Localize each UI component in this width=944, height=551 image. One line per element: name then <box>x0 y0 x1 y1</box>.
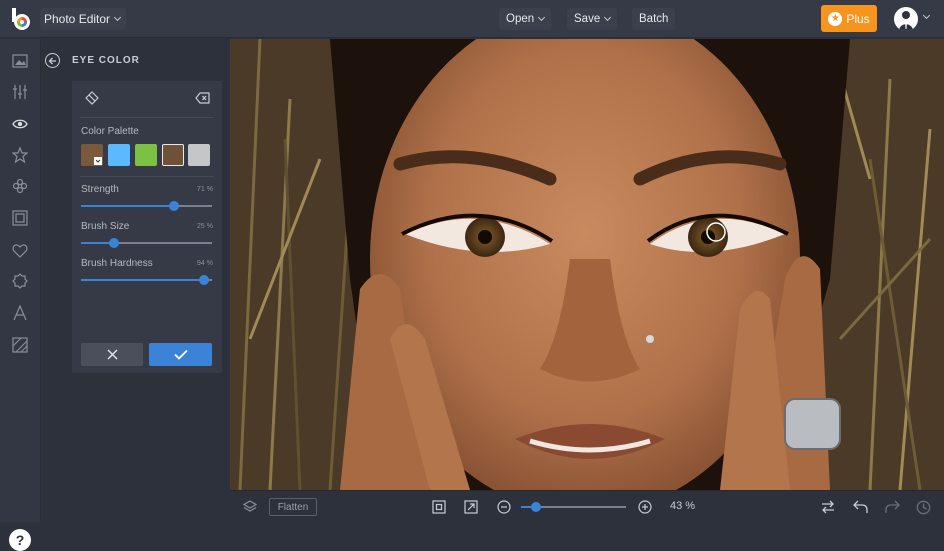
badge-icon[interactable] <box>11 272 29 290</box>
expand-icon[interactable] <box>463 499 479 515</box>
slider-handle[interactable] <box>108 238 119 248</box>
swatch-brown-selected[interactable] <box>81 144 103 166</box>
redo-icon[interactable] <box>884 499 900 515</box>
paint-brush-mode-button[interactable] <box>81 87 103 109</box>
user-avatar[interactable] <box>894 7 918 31</box>
eye-color-panel: EYE COLOR Color Palette Strength 71 % Br… <box>41 39 230 522</box>
brush-size-value: 25 % <box>197 223 213 230</box>
brush-hardness-label: Brush Hardness <box>81 258 153 269</box>
slider-fill <box>81 205 174 207</box>
divider <box>80 176 214 177</box>
eye-icon[interactable] <box>11 115 29 133</box>
flower-icon[interactable] <box>11 177 29 195</box>
panel-header: EYE COLOR <box>41 39 230 81</box>
divider <box>80 117 214 118</box>
eraser-brush-icon <box>85 91 99 105</box>
user-silhouette-icon <box>899 11 913 31</box>
portrait-photo <box>230 39 944 490</box>
frame-icon[interactable] <box>11 209 29 227</box>
zoom-out-icon[interactable] <box>496 499 512 515</box>
plus-label: Plus <box>846 11 870 26</box>
fit-to-screen-icon[interactable] <box>431 499 447 515</box>
star-icon[interactable] <box>11 146 29 164</box>
tool-sidebar: ? <box>0 39 41 551</box>
undo-icon[interactable] <box>852 499 868 515</box>
brush-size-slider[interactable] <box>81 238 212 248</box>
bottom-toolbar: Flatten 43 % <box>230 490 944 522</box>
brush-hardness-value: 94 % <box>197 260 213 267</box>
star-icon: ★ <box>828 11 843 26</box>
chevron-down-icon[interactable] <box>922 11 931 20</box>
texture-icon[interactable] <box>11 336 29 354</box>
zoom-in-icon[interactable] <box>637 499 653 515</box>
strength-label: Strength <box>81 184 119 195</box>
swatch-dark-brown[interactable] <box>162 144 184 166</box>
clear-icon <box>194 92 210 104</box>
strength-slider[interactable] <box>81 201 212 211</box>
befunky-logo-icon[interactable] <box>8 6 34 32</box>
open-button[interactable]: Open <box>499 8 552 30</box>
panel-title: EYE COLOR <box>72 55 140 66</box>
swatch-gray[interactable] <box>188 144 210 166</box>
arrow-left-icon <box>48 57 56 64</box>
apply-button[interactable] <box>149 343 212 366</box>
chevron-down-icon <box>94 157 102 165</box>
batch-label: Batch <box>639 13 669 25</box>
eye-color-settings-card: Color Palette Strength 71 % Brush Size 2… <box>72 81 222 373</box>
plus-upgrade-button[interactable]: ★ Plus <box>821 5 877 32</box>
slider-handle[interactable] <box>169 201 179 211</box>
save-button[interactable]: Save <box>567 8 618 30</box>
top-bar: Photo Editor Open Save Batch ★ Plus <box>0 0 944 38</box>
chevron-down-icon <box>604 13 612 22</box>
app-menu-dropdown[interactable]: Photo Editor <box>40 8 127 30</box>
open-label: Open <box>506 13 535 25</box>
zoom-slider[interactable] <box>521 502 626 512</box>
eraser-button[interactable] <box>191 87 213 109</box>
swatch-green[interactable] <box>135 144 157 166</box>
slider-fill <box>81 279 205 281</box>
brush-size-label: Brush Size <box>81 221 130 232</box>
cancel-button[interactable] <box>81 343 143 366</box>
help-button[interactable]: ? <box>9 529 31 551</box>
back-button[interactable] <box>45 53 60 68</box>
slider-handle[interactable] <box>199 275 210 285</box>
batch-button[interactable]: Batch <box>632 8 676 30</box>
text-icon[interactable] <box>11 304 29 322</box>
save-label: Save <box>574 13 601 25</box>
swap-icon[interactable] <box>820 499 836 515</box>
slider-handle[interactable] <box>530 502 541 512</box>
photo-canvas[interactable] <box>230 39 944 490</box>
app-menu-label: Photo Editor <box>44 12 111 26</box>
chevron-down-icon <box>114 13 122 22</box>
color-palette-label: Color Palette <box>81 126 139 137</box>
heart-icon[interactable] <box>11 241 29 259</box>
close-icon <box>107 349 117 360</box>
layers-icon[interactable] <box>242 499 258 515</box>
sliders-icon[interactable] <box>11 83 29 101</box>
flatten-button[interactable]: Flatten <box>269 498 317 516</box>
history-icon[interactable] <box>915 499 931 515</box>
image-icon[interactable] <box>11 52 29 70</box>
checkmark-icon <box>173 349 188 360</box>
brush-hardness-slider[interactable] <box>81 275 212 285</box>
strength-value: 71 % <box>197 186 213 193</box>
chevron-down-icon <box>538 13 546 22</box>
swatch-blue[interactable] <box>108 144 130 166</box>
zoom-level: 43 % <box>670 500 696 512</box>
